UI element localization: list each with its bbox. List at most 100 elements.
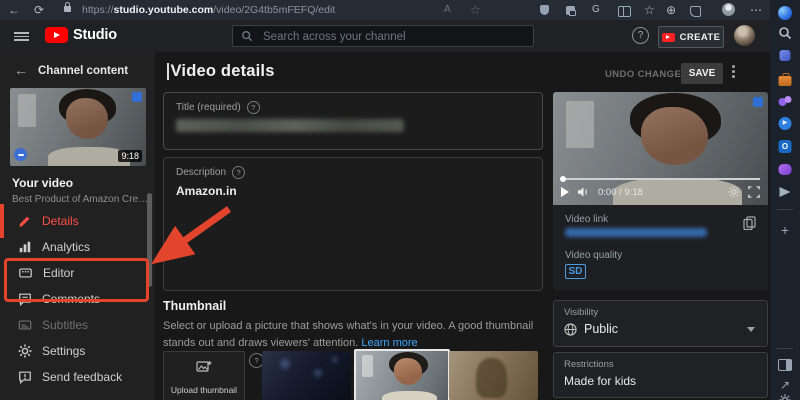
hamburger-menu-icon[interactable] xyxy=(14,32,29,41)
help-icon[interactable]: ? xyxy=(232,166,246,179)
search-icon xyxy=(242,31,253,42)
office-icon[interactable] xyxy=(778,73,792,86)
web-capture-icon[interactable] xyxy=(690,6,701,17)
tracking-shield-icon[interactable] xyxy=(540,5,549,15)
g-extension-icon[interactable]: G xyxy=(592,0,600,20)
video-quality-label: Video quality xyxy=(565,250,623,261)
progress-handle[interactable] xyxy=(560,176,566,182)
video-quality-badge: SD xyxy=(565,264,586,279)
create-camera-icon xyxy=(661,32,675,42)
sidebar-item-subtitles[interactable]: Subtitles xyxy=(0,312,152,338)
player-settings-icon[interactable] xyxy=(728,186,740,198)
media-play-icon[interactable]: ▶ xyxy=(778,117,792,130)
save-button[interactable]: SAVE xyxy=(681,63,723,84)
text-cursor xyxy=(167,63,169,80)
time-display: 0:00 / 9:18 xyxy=(598,186,643,198)
blurred-video-link[interactable] xyxy=(565,228,707,237)
thumbnail-option-3[interactable] xyxy=(449,351,538,400)
split-screen-icon[interactable] xyxy=(618,6,631,17)
undo-changes-button[interactable]: UNDO CHANGES xyxy=(605,69,688,80)
copilot-icon[interactable] xyxy=(778,6,792,20)
description-label: Description xyxy=(176,167,227,178)
sidebar-video-title: Best Product of Amazon Credits - A... xyxy=(12,194,150,205)
description-field[interactable]: Description ? Amazon.in xyxy=(163,157,543,291)
title-field[interactable]: Title (required) ? xyxy=(163,92,543,150)
restrictions-card[interactable]: Restrictions Made for kids xyxy=(553,352,768,398)
copy-icon[interactable] xyxy=(743,216,756,230)
external-link-icon[interactable]: ↗ xyxy=(780,379,790,391)
globe-icon xyxy=(564,322,577,336)
video-preview-card: 0:00 / 9:18 Video link Video quality SD xyxy=(553,92,768,290)
restrictions-value: Made for kids xyxy=(564,374,637,388)
page-title: Video details xyxy=(170,62,275,80)
youtube-logo[interactable] xyxy=(45,27,68,43)
video-badge-icon xyxy=(753,97,763,107)
subtitles-icon xyxy=(18,320,32,330)
sidebar-item-settings[interactable]: Settings xyxy=(0,338,152,364)
games-icon[interactable] xyxy=(778,96,792,107)
volume-icon[interactable] xyxy=(577,186,590,198)
thumbnail-option-selected[interactable] xyxy=(354,349,450,400)
gear-icon xyxy=(18,344,32,358)
search-input[interactable] xyxy=(261,27,525,46)
panel-toggle-icon[interactable] xyxy=(778,359,792,371)
sidebar-item-analytics[interactable]: Analytics xyxy=(0,234,152,260)
description-value: Amazon.in xyxy=(176,184,237,198)
read-aloud-icon[interactable]: A xyxy=(444,0,451,20)
sidebar-item-details[interactable]: Details xyxy=(0,208,152,234)
channel-avatar[interactable] xyxy=(734,25,755,46)
visibility-card[interactable]: Visibility Public xyxy=(553,300,768,347)
fullscreen-icon[interactable] xyxy=(748,186,760,198)
controller-icon[interactable] xyxy=(778,164,792,175)
extension-icon[interactable] xyxy=(566,6,576,16)
address-bar[interactable]: https://studio.youtube.com/video/2G4tb5m… xyxy=(82,4,335,16)
browser-back-icon[interactable]: ← xyxy=(8,0,20,20)
right-panel: UNDO CHANGES SAVE 0:00 / 9:18 Video link… xyxy=(550,52,770,400)
sidebar-divider xyxy=(777,209,793,210)
shopping-icon[interactable] xyxy=(779,50,791,61)
menu-label: Analytics xyxy=(42,240,91,254)
sidebar-back-icon[interactable]: ← xyxy=(14,62,28,78)
thumbnail-hint-text: Select or upload a picture that shows wh… xyxy=(163,320,534,350)
channel-search xyxy=(232,25,534,47)
sidebar-video-thumbnail[interactable]: 9:18 xyxy=(10,88,146,166)
create-button[interactable]: CREATE xyxy=(658,26,724,48)
title-field-label: Title (required) xyxy=(176,102,241,113)
help-icon[interactable]: ? xyxy=(632,27,649,44)
outlook-icon[interactable]: O xyxy=(778,140,792,153)
sidebar-item-send-feedback[interactable]: Send feedback xyxy=(0,364,152,390)
search-icon[interactable] xyxy=(778,26,792,40)
visibility-value-row: Public xyxy=(564,322,618,336)
upload-thumbnail-label: Upload thumbnail xyxy=(170,385,238,395)
studio-brand: Studio xyxy=(73,27,117,43)
help-icon[interactable]: ? xyxy=(246,101,260,114)
favorites-star-icon[interactable]: ☆ xyxy=(470,0,481,20)
video-badge-icon xyxy=(132,92,142,102)
thumbnail-option-1[interactable] xyxy=(262,351,351,400)
restrictions-label: Restrictions xyxy=(564,359,614,370)
add-sidebar-item-icon[interactable]: + xyxy=(781,223,789,237)
sidebar-settings-icon[interactable] xyxy=(779,394,791,400)
add-tab-icon[interactable]: ⊕ xyxy=(666,0,676,20)
kebab-menu-icon[interactable] xyxy=(732,65,735,81)
duration-badge: 9:18 xyxy=(118,150,142,162)
learn-more-link[interactable]: Learn more xyxy=(361,337,417,349)
page-title-row: Video details xyxy=(167,62,275,81)
description-label-row: Description ? xyxy=(176,166,246,179)
browser-profile-avatar[interactable] xyxy=(722,3,735,16)
studio-sidebar: ← Channel content 9:18 Your video Best P… xyxy=(0,52,155,400)
visibility-label: Visibility xyxy=(564,307,599,318)
chevron-down-icon[interactable] xyxy=(747,327,755,332)
browser-refresh-icon[interactable]: ⟳ xyxy=(34,0,44,20)
browser-more-icon[interactable]: ⋯ xyxy=(750,0,762,20)
collections-icon[interactable]: ☆ xyxy=(644,0,655,20)
upload-image-icon xyxy=(196,361,212,372)
create-button-label: CREATE xyxy=(679,31,721,43)
video-player[interactable]: 0:00 / 9:18 xyxy=(553,92,768,205)
play-icon[interactable] xyxy=(561,187,569,197)
send-plane-icon[interactable] xyxy=(779,187,791,197)
progress-bar[interactable] xyxy=(560,176,760,182)
url-scheme: https:// xyxy=(82,4,114,16)
lock-icon xyxy=(64,2,71,12)
upload-thumbnail-button[interactable]: Upload thumbnail xyxy=(163,351,245,400)
